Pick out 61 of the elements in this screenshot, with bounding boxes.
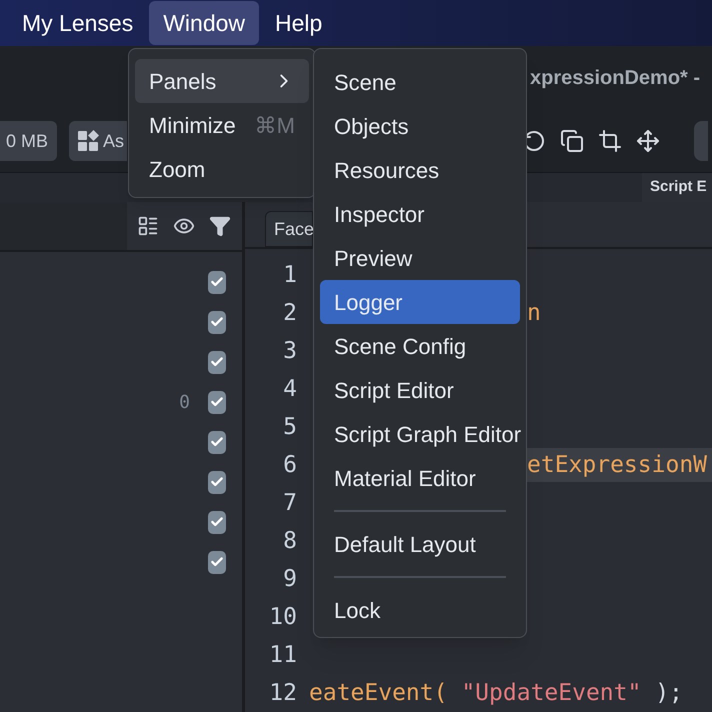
checkmark-icon: [210, 435, 224, 449]
menu-item[interactable]: Resources: [320, 148, 520, 192]
crop-icon[interactable]: [598, 129, 622, 153]
line-number: 2: [282, 298, 297, 328]
line-number: 10: [268, 602, 297, 632]
shapes-icon: [77, 130, 99, 152]
checkbox[interactable]: [208, 310, 226, 334]
line-number: 1: [282, 260, 297, 290]
checkmark-icon: [210, 355, 224, 369]
window-title: xpressionDemo* -: [530, 66, 700, 91]
count-label: 0: [179, 390, 190, 414]
line-number: 8: [282, 526, 297, 556]
menu-item[interactable]: Objects: [320, 104, 520, 148]
line-number: 9: [282, 564, 297, 594]
checkmark-icon: [210, 475, 224, 489]
menu-item[interactable]: Logger: [320, 280, 520, 324]
line-number: 12: [268, 678, 297, 708]
line-number: 11: [268, 640, 297, 670]
checkmark-icon: [210, 395, 224, 409]
list-icon[interactable]: [137, 215, 159, 237]
line-number: 5: [282, 412, 297, 442]
panel-tab[interactable]: Script E: [642, 173, 712, 202]
checkmark-icon: [210, 275, 224, 289]
checkbox[interactable]: [208, 350, 226, 374]
editor-tab[interactable]: Face: [265, 211, 313, 247]
menu-item[interactable]: Script Editor: [320, 368, 520, 412]
checkbox[interactable]: [208, 390, 226, 414]
checkmark-icon: [210, 555, 224, 569]
checkmark-icon: [210, 315, 224, 329]
menu-item[interactable]: Inspector: [320, 192, 520, 236]
menu-item[interactable]: Scene Config: [320, 324, 520, 368]
copy-icon[interactable]: [560, 129, 584, 153]
menu-item[interactable]: Lock: [320, 588, 520, 632]
line-number: 7: [282, 488, 297, 518]
checkbox[interactable]: [208, 270, 226, 294]
menu-bar-item[interactable]: My Lenses: [8, 1, 148, 45]
menu-bar-item[interactable]: Help: [261, 1, 336, 45]
shortcut-label: ⌘M: [254, 112, 295, 140]
line-number: 6: [282, 450, 297, 480]
code-line: n: [527, 298, 541, 328]
checkbox[interactable]: [208, 510, 226, 534]
line-number: 3: [282, 336, 297, 366]
line-number: 4: [282, 374, 297, 404]
menu-item[interactable]: Zoom: [135, 147, 309, 191]
move-icon[interactable]: [636, 129, 660, 153]
menu-bar-item[interactable]: Window: [149, 1, 260, 45]
menu-item[interactable]: Minimize ⌘M: [135, 103, 309, 147]
checkbox[interactable]: [208, 430, 226, 454]
code-line: eateEvent( "UpdateEvent" );: [309, 678, 683, 708]
memory-badge: 0 MB: [0, 121, 57, 161]
assets-button[interactable]: As: [69, 121, 127, 161]
menu-item[interactable]: Material Editor: [320, 456, 520, 500]
checkbox[interactable]: [208, 470, 226, 494]
menu-item[interactable]: Scene: [320, 60, 520, 104]
checkbox[interactable]: [208, 550, 226, 574]
filter-icon[interactable]: [209, 215, 231, 237]
menu-item[interactable]: Default Layout: [320, 522, 520, 566]
menu-item[interactable]: Panels: [135, 59, 309, 103]
checkmark-icon: [210, 515, 224, 529]
menu-item[interactable]: Preview: [320, 236, 520, 280]
menu-item[interactable]: Script Graph Editor: [320, 412, 520, 456]
